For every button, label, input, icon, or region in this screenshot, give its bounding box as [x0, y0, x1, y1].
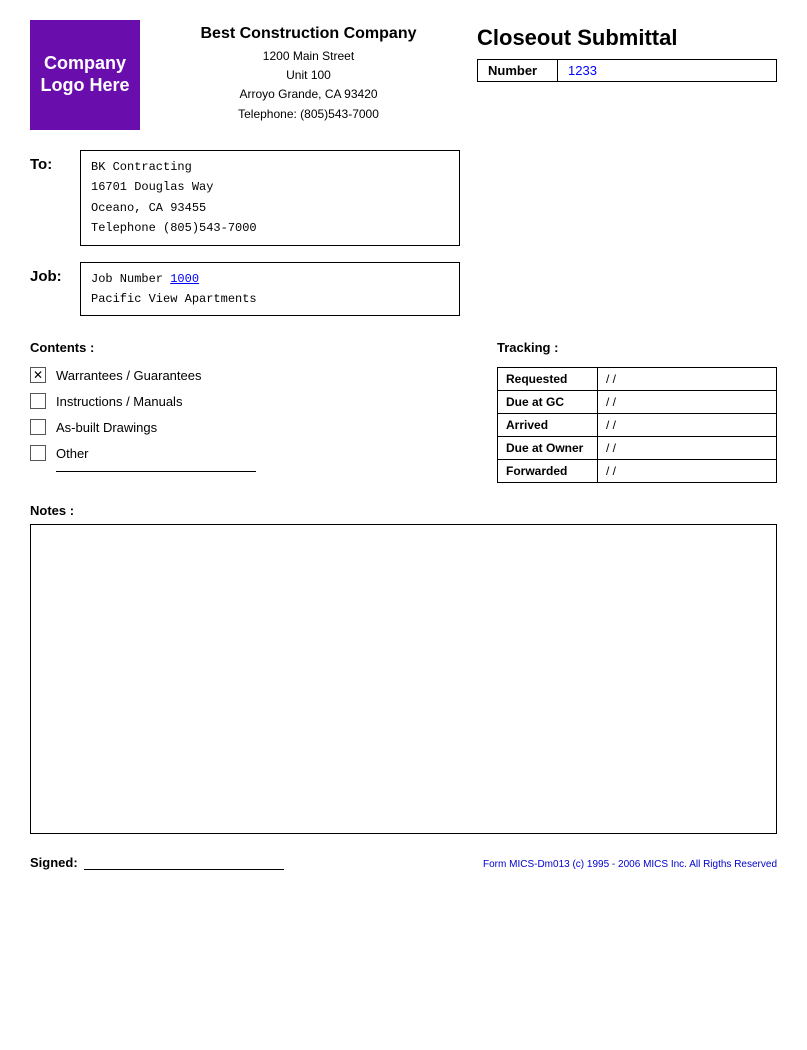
job-number-link[interactable]: 1000: [170, 272, 199, 286]
due-at-gc-value: / /: [598, 391, 777, 414]
arrived-label: Arrived: [498, 414, 598, 437]
checkbox-other[interactable]: Other: [30, 445, 497, 461]
job-number-line: Job Number 1000: [91, 269, 449, 289]
checkbox-instructions[interactable]: Instructions / Manuals: [30, 393, 497, 409]
requested-label: Requested: [498, 368, 598, 391]
job-label: Job:: [30, 262, 80, 285]
notes-box[interactable]: [30, 524, 777, 834]
requested-value: / /: [598, 368, 777, 391]
checkbox-warranties-box[interactable]: ✕: [30, 367, 46, 383]
due-at-owner-label: Due at Owner: [498, 437, 598, 460]
job-box: Job Number 1000 Pacific View Apartments: [80, 262, 460, 317]
checkbox-asbuilt-box[interactable]: [30, 419, 46, 435]
forwarded-label: Forwarded: [498, 460, 598, 483]
signed-label: Signed:: [30, 855, 78, 870]
due-at-gc-label: Due at GC: [498, 391, 598, 414]
company-address: 1200 Main Street Unit 100 Arroyo Grande,…: [140, 47, 477, 124]
table-row: Requested / /: [498, 368, 777, 391]
asbuilt-label: As-built Drawings: [56, 420, 157, 435]
company-name: Best Construction Company: [140, 25, 477, 43]
table-row: Arrived / /: [498, 414, 777, 437]
due-at-owner-value: / /: [598, 437, 777, 460]
company-logo: Company Logo Here: [30, 20, 140, 130]
closeout-title: Closeout Submittal: [477, 25, 777, 51]
arrived-value: / /: [598, 414, 777, 437]
checkbox-other-box[interactable]: [30, 445, 46, 461]
warranties-label: Warrantees / Guarantees: [56, 368, 201, 383]
checkbox-asbuilt[interactable]: As-built Drawings: [30, 419, 497, 435]
forwarded-value: / /: [598, 460, 777, 483]
contents-label: Contents :: [30, 340, 497, 355]
signature-line: [84, 854, 284, 870]
table-row: Forwarded / /: [498, 460, 777, 483]
notes-label: Notes :: [30, 503, 777, 518]
tracking-table: Requested / / Due at GC / / Arrived / / …: [497, 367, 777, 483]
checkbox-warranties[interactable]: ✕ Warrantees / Guarantees: [30, 367, 497, 383]
instructions-label: Instructions / Manuals: [56, 394, 182, 409]
to-address: BK Contracting 16701 Douglas Way Oceano,…: [80, 150, 460, 246]
tracking-label: Tracking :: [497, 340, 777, 355]
other-input-line: [56, 471, 256, 472]
footer-copyright: Form MICS-Dm013 (c) 1995 - 2006 MICS Inc…: [483, 859, 777, 870]
table-row: Due at GC / /: [498, 391, 777, 414]
checkbox-instructions-box[interactable]: [30, 393, 46, 409]
to-label: To:: [30, 150, 80, 173]
number-value: 1233: [558, 60, 607, 81]
other-label: Other: [56, 446, 89, 461]
number-label: Number: [478, 60, 558, 81]
table-row: Due at Owner / /: [498, 437, 777, 460]
